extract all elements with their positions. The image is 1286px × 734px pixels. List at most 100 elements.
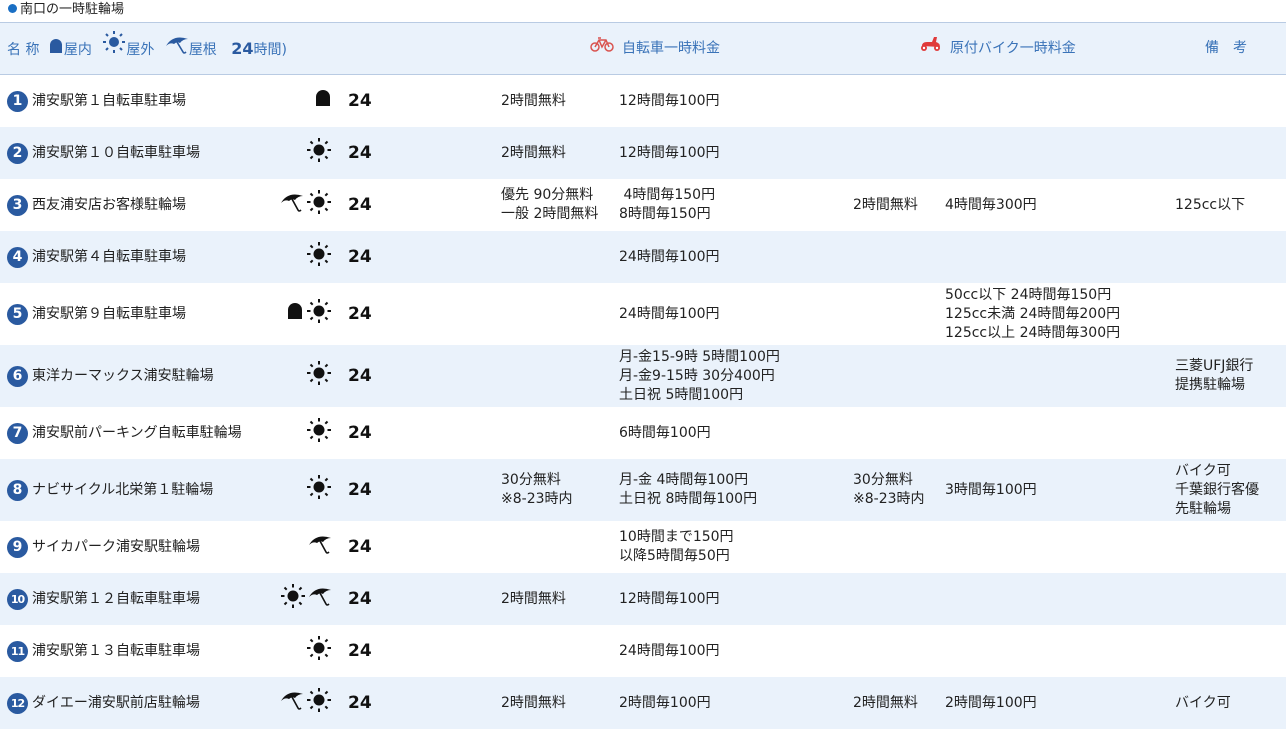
bicycle-fee: 12時間毎100円 xyxy=(619,590,720,607)
bicycle-fee: 24時間毎100円 xyxy=(619,248,720,265)
sun-icon xyxy=(306,687,332,719)
bicycle-fee: 月-金15-9時 5時間100円 月-金9-15時 30分400円 土日祝 5時… xyxy=(619,348,780,403)
bicycle-fee: 12時間毎100円 xyxy=(619,144,720,161)
notes-header: 備 考 xyxy=(1205,40,1247,56)
facility-type-icons xyxy=(0,573,332,625)
sun-icon xyxy=(306,298,332,330)
umbrella-icon xyxy=(280,689,304,717)
facility-type-icons xyxy=(0,231,332,283)
bicycle-free-time: 2時間無料 xyxy=(501,92,566,109)
umbrella-icon xyxy=(308,533,332,561)
roof-label: 屋根 xyxy=(188,42,217,58)
sun-icon xyxy=(306,360,332,392)
sun-icon xyxy=(306,635,332,667)
table-header: 名 称 屋内 屋外 屋根 24時間) 自転車一時料金 原付バイク一時料金 備 考 xyxy=(0,23,1286,75)
bicycle-free-time: 2時間無料 xyxy=(501,590,566,607)
hours-24-indicator: 24 xyxy=(348,142,372,163)
hours-24-indicator: 24 xyxy=(348,422,372,443)
umbrella-legend-icon xyxy=(165,25,189,76)
table-row: 4 浦安駅第４自転車駐車場 24 24時間毎100円 xyxy=(0,231,1286,283)
bicycle-free-time: 2時間無料 xyxy=(501,694,566,711)
indoor-legend-icon xyxy=(48,25,64,76)
facility-type-icons xyxy=(0,345,332,407)
table-row: 1 浦安駅第１自転車駐車場 24 2時間無料 12時間毎100円 xyxy=(0,75,1286,127)
sun-icon xyxy=(306,137,332,169)
indoor-label: 屋内 xyxy=(63,42,92,58)
sun-icon xyxy=(306,189,332,221)
table-row: 6 東洋カーマックス浦安駐輪場 24 月-金15-9時 5時間100円 月-金9-15… xyxy=(0,345,1286,407)
facility-type-icons xyxy=(0,625,332,677)
bicycle-fee: 6時間毎100円 xyxy=(619,424,711,441)
facility-type-icons xyxy=(0,677,332,729)
table-row: 10 浦安駅第１２自転車駐車場 24 2時間無料 12時間毎100円 xyxy=(0,573,1286,625)
moped-free-time: 2時間無料 xyxy=(853,694,918,711)
moped-fee: 2時間毎100円 xyxy=(945,694,1037,711)
moped-free-time: 30分無料 ※8-23時内 xyxy=(853,472,925,507)
umbrella-icon xyxy=(308,585,332,613)
facility-type-icons xyxy=(0,75,332,127)
section-title: 南口の一時駐輪場 xyxy=(20,2,125,17)
hours-24-indicator: 24 xyxy=(348,194,372,215)
notes: バイク可 xyxy=(1175,694,1231,711)
facility-type-icons xyxy=(0,179,332,231)
table-row: 9 サイカパーク浦安駅駐輪場 24 10時間まで150円 以降5時間毎50円 xyxy=(0,521,1286,573)
sun-icon xyxy=(306,474,332,506)
hours-24-indicator: 24 xyxy=(348,303,372,324)
bicycle-free-time: 30分無料 ※8-23時内 xyxy=(501,472,573,507)
bicycle-fee-header: 自転車一時料金 xyxy=(590,23,720,74)
hours-24-indicator: 24 xyxy=(348,588,372,609)
facility-type-icons xyxy=(0,459,332,521)
notes: バイク可 千葉銀行客優 先駐輪場 xyxy=(1175,462,1259,517)
legend: 名 称 屋内 屋外 屋根 24時間) xyxy=(7,23,287,74)
notes: 125cc以下 xyxy=(1175,196,1246,213)
h24-legend: 24 xyxy=(231,39,254,58)
bicycle-fee: 10時間まで150円 以降5時間毎50円 xyxy=(619,529,734,564)
table-row: 8 ナビサイクル北栄第１駐輪場 24 30分無料 ※8-23時内 月-金 4時間毎100… xyxy=(0,459,1286,521)
table-row: 12 ダイエー浦安駅前店駐輪場 24 2時間無料 2時間毎100円 2時間無料 2時間毎10… xyxy=(0,677,1286,729)
sun-icon xyxy=(306,241,332,273)
moped-fee: 4時間毎300円 xyxy=(945,196,1037,213)
bicycle-icon xyxy=(590,23,614,74)
notes: 三菱UFJ銀行 提携駐輪場 xyxy=(1175,358,1254,393)
hours-24-indicator: 24 xyxy=(348,640,372,661)
table-row: 11 浦安駅第１３自転車駐車場 24 24時間毎100円 xyxy=(0,625,1286,677)
bullet-icon xyxy=(8,4,17,13)
sun-legend-icon xyxy=(102,25,126,76)
bicycle-fee: 2時間毎100円 xyxy=(619,694,711,711)
facility-type-icons xyxy=(0,127,332,179)
sun-icon xyxy=(280,583,306,615)
facility-type-icons xyxy=(0,407,332,459)
hours-24-indicator: 24 xyxy=(348,692,372,713)
table-row: 7 浦安駅前パーキング自転車駐輪場 24 6時間毎100円 xyxy=(0,407,1286,459)
facility-type-icons xyxy=(0,283,332,345)
moped-fee: 50cc以下 24時間毎150円 125cc未満 24時間毎200円 125cc… xyxy=(945,286,1121,341)
hours-24-indicator: 24 xyxy=(348,365,372,386)
section-title-bar: 南口の一時駐輪場 xyxy=(0,0,1286,23)
indoor-icon xyxy=(286,302,304,326)
bicycle-fee: 24時間毎100円 xyxy=(619,642,720,659)
bicycle-fee: 12時間毎100円 xyxy=(619,92,720,109)
moped-icon xyxy=(918,23,942,74)
hours-24-indicator: 24 xyxy=(348,90,372,111)
table-row: 3 西友浦安店お客様駐輪場 24 優先 90分無料 一般 2時間無料 4時間毎150円… xyxy=(0,179,1286,231)
name-column-label: 名 称 xyxy=(7,42,40,58)
bicycle-fee-label: 自転車一時料金 xyxy=(622,40,720,57)
moped-fee-header: 原付バイク一時料金 xyxy=(918,23,1076,74)
table-row: 5 浦安駅第９自転車駐車場 24 24時間毎100円 50cc以下 24時間毎150円 … xyxy=(0,283,1286,345)
bicycle-fee: 月-金 4時間毎100円 土日祝 8時間毎100円 xyxy=(619,472,758,507)
hours-label: 時間) xyxy=(253,42,287,58)
hours-24-indicator: 24 xyxy=(348,246,372,267)
bicycle-free-time: 2時間無料 xyxy=(501,144,566,161)
hours-24-indicator: 24 xyxy=(348,536,372,557)
table-row: 2 浦安駅第１０自転車駐車場 24 2時間無料 12時間毎100円 xyxy=(0,127,1286,179)
sun-icon xyxy=(306,417,332,449)
hours-24-indicator: 24 xyxy=(348,479,372,500)
bicycle-fee: 24時間毎100円 xyxy=(619,305,720,322)
outdoor-label: 屋外 xyxy=(126,42,155,58)
bicycle-fee: 4時間毎150円 8時間毎150円 xyxy=(619,187,716,222)
moped-free-time: 2時間無料 xyxy=(853,196,918,213)
umbrella-icon xyxy=(280,191,304,219)
facility-type-icons xyxy=(0,521,332,573)
indoor-icon xyxy=(314,89,332,113)
bicycle-free-time: 優先 90分無料 一般 2時間無料 xyxy=(501,187,599,222)
